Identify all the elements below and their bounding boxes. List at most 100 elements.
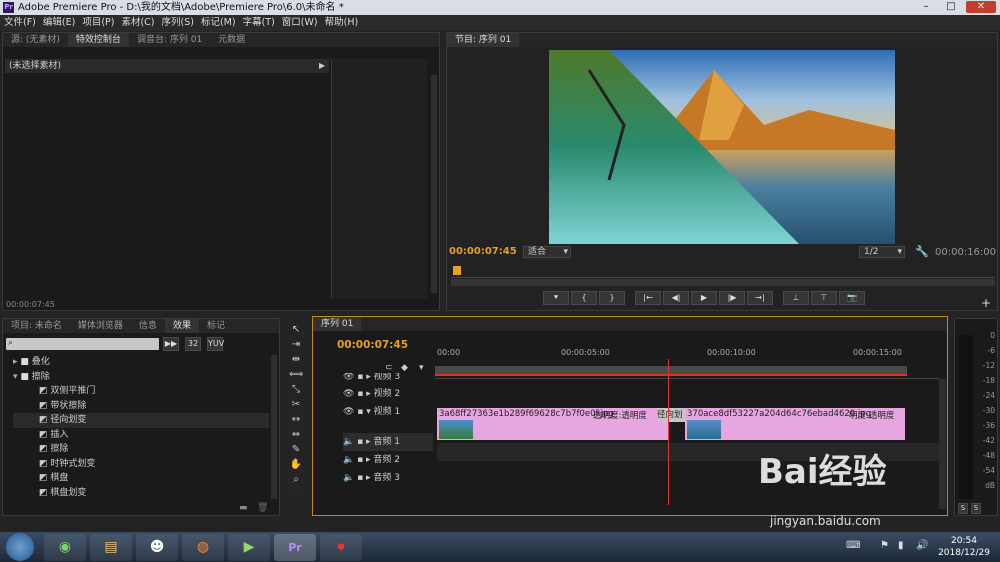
tab-effects[interactable]: 效果 (164, 319, 199, 333)
opacity-keyframe-label[interactable]: 透明度:透明度 (593, 409, 647, 421)
go-to-in-button[interactable]: |← (635, 291, 661, 305)
effect-controls-scrollbar[interactable] (431, 75, 437, 293)
solo-right-button[interactable]: S (971, 503, 981, 514)
export-frame-camera-icon[interactable]: 📷 (839, 291, 865, 305)
mark-out-button[interactable]: } (599, 291, 625, 305)
opacity-keyframe-label[interactable]: 明度:透明度 (849, 409, 894, 421)
step-back-button[interactable]: ◀| (663, 291, 689, 305)
selection-tool-icon[interactable]: ↖ (289, 323, 303, 337)
play-button[interactable]: ▶ (691, 291, 717, 305)
program-time-ruler[interactable] (451, 266, 995, 278)
tray-volume-icon[interactable]: 🔊 (916, 540, 928, 551)
tab-media-browser[interactable]: 媒体浏览器 (70, 319, 131, 333)
tab-sequence-01[interactable]: 序列 01 (313, 317, 362, 331)
tree-folder-wipe[interactable]: ▾ ■ 擦除 (13, 370, 269, 385)
solo-left-button[interactable]: S (958, 503, 968, 514)
minimize-button[interactable]: – (915, 1, 937, 13)
tab-info[interactable]: 信息 (131, 319, 165, 333)
menu-file[interactable]: 文件(F) (4, 17, 36, 28)
tree-folder-dissolve[interactable]: ▸ ■ 叠化 (13, 355, 269, 370)
track-header-audio1[interactable]: 🔈 ▪ ▸ 音频 1 (343, 433, 433, 451)
zoom-tool-icon[interactable]: ⌕ (289, 473, 303, 487)
taskbar-record-icon[interactable]: ⏺ (320, 534, 362, 561)
set-marker-icon[interactable]: ◆ (401, 363, 408, 373)
slide-tool-icon[interactable]: ⇔ (289, 428, 303, 442)
resolution-select[interactable]: 1/2 ▾ (859, 246, 905, 258)
effects-search-input[interactable]: ⌕ (6, 338, 159, 350)
maximize-button[interactable]: □ (940, 1, 962, 13)
new-folder-icon[interactable]: ▬ (239, 503, 248, 513)
tree-effect-item[interactable]: ◩ 带状擦除 (13, 399, 269, 414)
fit-select[interactable]: 适合 ▾ (523, 246, 571, 258)
snap-icon[interactable]: ⊂ (385, 363, 393, 373)
tab-effect-controls[interactable]: 特效控制台 (67, 33, 129, 47)
tree-effect-item[interactable]: ◩ 双侧平推门 (13, 384, 269, 399)
tree-effect-item-selected[interactable]: ◩ 径向划变 (13, 413, 269, 428)
taskbar-media-icon[interactable]: ▶ (228, 534, 270, 561)
tab-program-monitor[interactable]: 节目: 序列 01 (447, 33, 520, 47)
wrench-icon[interactable]: 🔧 (915, 245, 929, 258)
program-zoom-bar[interactable] (451, 279, 995, 286)
tray-clock-time[interactable]: 20:54 (940, 536, 988, 546)
effects-scrollbar[interactable] (271, 355, 277, 499)
ripple-edit-tool-icon[interactable]: ⇹ (289, 353, 303, 367)
timeline-ruler[interactable]: 00:00 00:00:05:00 00:00:10:00 00:00:15:0… (435, 345, 939, 379)
video-clip-2[interactable]: 370ace8df53227a204d64c76ebad4620.jpg 明度:… (685, 408, 905, 440)
work-area-bar[interactable] (435, 366, 907, 376)
razor-tool-icon[interactable]: ✂ (289, 398, 303, 412)
accelerated-effects-button[interactable]: ▶▶ (163, 337, 179, 351)
speaker-icon[interactable]: 🔈 (343, 473, 354, 483)
tab-markers[interactable]: 标记 (199, 319, 233, 333)
menu-edit[interactable]: 编辑(E) (43, 17, 75, 28)
rolling-edit-tool-icon[interactable]: ⟺ (289, 368, 303, 382)
taskbar-qq-icon[interactable]: ☻ (136, 534, 178, 561)
track-header-video3[interactable]: 👁 ▪ ▸ 视频 3 (343, 373, 433, 385)
pen-tool-icon[interactable]: ✎ (289, 443, 303, 457)
track-header-video2[interactable]: 👁 ▪ ▸ 视频 2 (343, 385, 433, 403)
mark-in-button[interactable]: { (571, 291, 597, 305)
go-to-out-button[interactable]: →| (747, 291, 773, 305)
add-button-icon[interactable]: + (981, 296, 991, 310)
tree-effect-item[interactable]: ◩ 时钟式划变 (13, 457, 269, 472)
track-header-video1[interactable]: 👁 ▪ ▾ 视频 1 (343, 403, 433, 433)
tab-audio-mixer[interactable]: 调音台: 序列 01 (129, 33, 210, 47)
playhead-marker-icon[interactable] (453, 266, 461, 275)
lift-button[interactable]: ⊥ (783, 291, 809, 305)
delete-icon[interactable]: 🗑 (257, 503, 268, 513)
tray-keyboard-icon[interactable]: ⌨ (846, 540, 860, 551)
eye-icon[interactable]: 👁 (343, 389, 354, 399)
speaker-icon[interactable]: 🔈 (343, 455, 354, 465)
taskbar-explorer-icon[interactable]: ▤ (90, 534, 132, 561)
track-select-tool-icon[interactable]: ⇥ (289, 338, 303, 352)
close-button[interactable]: ✕ (966, 1, 996, 13)
slip-tool-icon[interactable]: ↔ (289, 413, 303, 427)
menu-help[interactable]: 帮助(H) (325, 17, 359, 28)
taskbar-firefox-icon[interactable]: ◍ (182, 534, 224, 561)
menu-clip[interactable]: 素材(C) (121, 17, 154, 28)
tab-source[interactable]: 源: (无素材) (3, 33, 68, 47)
menu-project[interactable]: 项目(P) (82, 17, 114, 28)
menu-marker[interactable]: 标记(M) (201, 17, 236, 28)
eye-icon[interactable]: 👁 (343, 407, 354, 417)
playhead-line[interactable] (668, 359, 670, 505)
marker-icon[interactable]: ▾ (419, 363, 424, 373)
expand-arrow-icon[interactable]: ▶ (319, 61, 325, 70)
32bit-effects-button[interactable]: 32 (185, 337, 201, 351)
timeline-timecode[interactable]: 00:00:07:45 (337, 339, 408, 351)
menu-title[interactable]: 字幕(T) (243, 17, 275, 28)
program-playhead-timecode[interactable]: 00:00:07:45 (449, 246, 517, 257)
start-button[interactable] (6, 533, 34, 561)
tray-network-icon[interactable]: ▮ (898, 540, 904, 551)
add-marker-button[interactable]: ⯆ (543, 291, 569, 305)
tab-project[interactable]: 项目: 未命名 (3, 319, 70, 333)
speaker-icon[interactable]: 🔈 (343, 437, 354, 447)
extract-button[interactable]: ⊤ (811, 291, 837, 305)
taskbar-browser-icon[interactable]: ◉ (44, 534, 86, 561)
track-header-audio3[interactable]: 🔈 ▪ ▸ 音频 3 (343, 469, 433, 487)
tab-metadata[interactable]: 元数据 (210, 33, 253, 47)
taskbar-premiere-icon[interactable]: Pr (274, 534, 316, 561)
tree-effect-item[interactable]: ◩ 擦除 (13, 442, 269, 457)
tree-effect-item[interactable]: ◩ 插入 (13, 428, 269, 443)
rate-stretch-tool-icon[interactable]: ⤡ (289, 383, 303, 397)
tray-clock-date[interactable]: 2018/12/29 (936, 548, 992, 558)
